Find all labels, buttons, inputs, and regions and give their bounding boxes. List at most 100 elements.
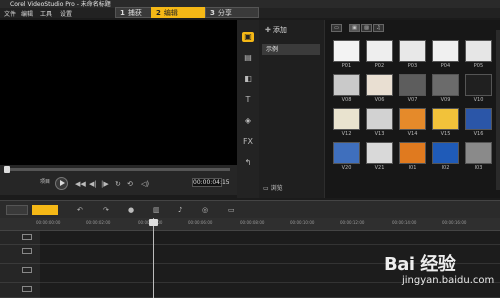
media-thumbnail[interactable]: I03 xyxy=(465,142,492,172)
media-thumbnail[interactable]: V07 xyxy=(399,74,426,104)
media-thumbnail[interactable]: V10 xyxy=(465,74,492,104)
loop-button[interactable]: ⟲ xyxy=(127,180,133,188)
thumbnail-image xyxy=(366,74,393,96)
media-thumbnail[interactable]: V20 xyxy=(333,142,360,172)
overlay-track-header[interactable] xyxy=(0,245,40,264)
menu-edit[interactable]: 编辑 xyxy=(21,9,33,18)
play-button[interactable] xyxy=(55,177,68,190)
baidu-watermark: Bai 经验 jingyan.baidu.com xyxy=(384,250,494,290)
volume-button[interactable]: ◁) xyxy=(141,180,149,188)
video-track-header[interactable] xyxy=(0,231,40,245)
window-title: Corel VideoStudio Pro - 未命名标题 xyxy=(10,1,111,8)
thumbnail-label: I02 xyxy=(441,165,450,171)
preview-window[interactable] xyxy=(0,20,237,166)
voice-track-header[interactable] xyxy=(0,283,40,298)
watermark-url: jingyan.baidu.com xyxy=(402,275,495,286)
media-thumbnail[interactable]: P03 xyxy=(399,40,426,70)
ruler-tick-label: 00:00:08:00 xyxy=(240,220,265,225)
media-thumbnail[interactable]: V09 xyxy=(432,74,459,104)
repeat-button[interactable]: ↻ xyxy=(115,180,121,188)
thumbnail-label: V15 xyxy=(440,131,451,137)
ruler-tick-label: 00:00:14:00 xyxy=(392,220,417,225)
media-thumbnail[interactable]: I02 xyxy=(432,142,459,172)
thumbnail-label: V06 xyxy=(374,97,385,103)
thumbnail-label: V10 xyxy=(473,97,484,103)
thumbnail-image xyxy=(333,108,360,130)
title-track-header[interactable] xyxy=(0,264,40,283)
transition-icon[interactable]: ◧ xyxy=(242,74,254,84)
media-thumbnail[interactable]: V13 xyxy=(366,108,393,138)
media-thumbnail[interactable]: V08 xyxy=(333,74,360,104)
show-photo-icon[interactable]: ▨ xyxy=(361,24,372,32)
show-video-icon[interactable]: ▣ xyxy=(349,24,360,32)
video-track[interactable] xyxy=(40,231,500,245)
folder-sample[interactable]: 示例 xyxy=(262,44,320,55)
auto-music-button[interactable]: ♪ xyxy=(178,205,182,215)
title-icon[interactable]: T xyxy=(242,95,254,105)
filter-icon[interactable]: FX xyxy=(242,137,254,147)
scrub-thumb[interactable] xyxy=(4,166,10,173)
thumbnail-image xyxy=(399,108,426,130)
thumbnail-image xyxy=(399,142,426,164)
menu-tools[interactable]: 工具 xyxy=(40,9,52,18)
scrub-bar[interactable] xyxy=(4,166,230,173)
media-thumbnail[interactable]: P01 xyxy=(333,40,360,70)
ruler-tick-label: 00:00:02:00 xyxy=(86,220,111,225)
step-share[interactable]: 3 分享 xyxy=(205,7,259,18)
media-thumbnail[interactable]: P05 xyxy=(465,40,492,70)
library-category-toolbar: ▣ ▤ ◧ T ◈ FX ↰ xyxy=(237,20,260,198)
media-thumbnail[interactable]: P04 xyxy=(432,40,459,70)
timeline-view-button[interactable] xyxy=(32,205,58,215)
media-thumbnail[interactable]: V15 xyxy=(432,108,459,138)
playhead-handle[interactable] xyxy=(149,219,158,226)
instant-project-icon[interactable]: ▤ xyxy=(242,53,254,63)
media-thumbnail[interactable]: V14 xyxy=(399,108,426,138)
browse-button[interactable]: ▭ 浏览 xyxy=(263,183,283,192)
thumbnail-image xyxy=(366,108,393,130)
home-button[interactable]: ◀◀ xyxy=(75,180,86,188)
redo-button[interactable]: ↷ xyxy=(103,205,109,215)
watermark-logo: Bai 经验 xyxy=(384,254,456,275)
timecode-display[interactable]: 00:00:04:15 xyxy=(192,178,230,187)
graphic-icon[interactable]: ◈ xyxy=(242,116,254,126)
folder-icon[interactable]: ▭ xyxy=(331,24,342,32)
timeline-playhead[interactable] xyxy=(153,218,154,298)
sound-mixer-button[interactable]: ▥ xyxy=(153,205,160,215)
prev-frame-button[interactable]: ◀| xyxy=(89,180,97,188)
undo-button[interactable]: ↶ xyxy=(77,205,83,215)
media-thumbnail[interactable]: V21 xyxy=(366,142,393,172)
mask-button[interactable]: ◎ xyxy=(202,205,208,215)
thumbnail-image xyxy=(333,74,360,96)
overlay-track-icon xyxy=(22,248,32,254)
project-mode-label[interactable]: 项目 xyxy=(40,178,50,185)
path-icon[interactable]: ↰ xyxy=(242,158,254,168)
media-thumbnail[interactable]: V16 xyxy=(465,108,492,138)
show-audio-icon[interactable]: ♫ xyxy=(373,24,384,32)
thumbnail-image xyxy=(465,74,492,96)
gallery-scrollbar[interactable] xyxy=(496,30,500,190)
thumbnail-image xyxy=(399,40,426,62)
ruler-tick-label: 00:00:00:00 xyxy=(36,220,61,225)
title-track-icon xyxy=(22,267,32,273)
next-frame-button[interactable]: |▶ xyxy=(101,180,109,188)
thumbnail-label: V21 xyxy=(374,165,385,171)
timeline-ruler[interactable]: 00:00:00:00 00:00:02:00 00:00:04:00 00:0… xyxy=(0,218,500,231)
media-category-icon[interactable]: ▣ xyxy=(242,32,254,42)
menu-file[interactable]: 文件 xyxy=(4,9,16,18)
thumbnail-label: P02 xyxy=(374,63,385,69)
fit-project-button[interactable]: ▭ xyxy=(228,205,235,215)
media-thumbnail[interactable]: I01 xyxy=(399,142,426,172)
thumbnail-image xyxy=(432,40,459,62)
storyboard-view-button[interactable] xyxy=(6,205,28,215)
library-panel: ✚ 添加 示例 ▭ 浏览 xyxy=(259,20,324,198)
add-folder-button[interactable]: ✚ 添加 xyxy=(265,25,287,35)
media-thumbnail[interactable]: V06 xyxy=(366,74,393,104)
step-edit[interactable]: 2 编辑 xyxy=(151,7,205,18)
ruler-tick-label: 00:00:10:00 xyxy=(290,220,315,225)
record-capture-button[interactable]: ● xyxy=(128,205,134,215)
media-thumbnail[interactable]: P02 xyxy=(366,40,393,70)
ruler-tick-label: 00:00:12:00 xyxy=(340,220,365,225)
menu-settings[interactable]: 设置 xyxy=(60,9,72,18)
thumbnail-image xyxy=(333,142,360,164)
media-thumbnail[interactable]: V12 xyxy=(333,108,360,138)
